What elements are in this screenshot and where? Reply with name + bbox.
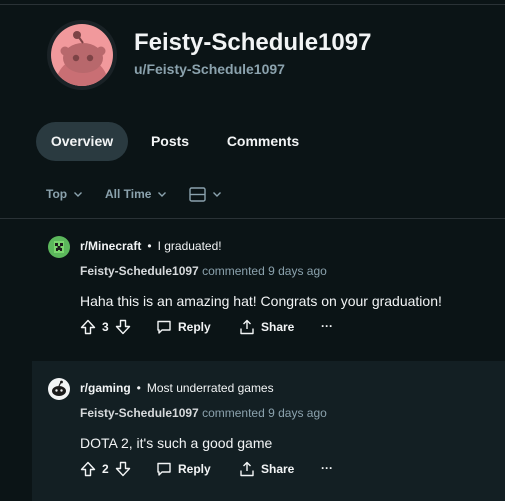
time-label: All Time — [105, 187, 152, 201]
upvote-icon[interactable] — [80, 319, 96, 335]
sort-label: Top — [46, 187, 68, 201]
comment-author[interactable]: Feisty-Schedule1097 — [80, 264, 199, 278]
share-icon — [239, 461, 255, 477]
vote-controls: 3 — [80, 319, 131, 335]
snoo-avatar-icon — [51, 24, 113, 86]
comment-body: DOTA 2, it's such a good game — [80, 435, 273, 451]
subreddit-link[interactable]: r/Minecraft — [80, 239, 141, 253]
tab-overview[interactable]: Overview — [36, 122, 128, 161]
reply-button[interactable]: Reply — [156, 319, 211, 335]
gaming-snoo-icon[interactable] — [48, 378, 70, 400]
subreddit-link[interactable]: r/gaming — [80, 381, 131, 395]
layout-view-icon — [189, 186, 206, 202]
more-options-icon: ··· — [321, 461, 333, 475]
post-title-link[interactable]: Most underrated games — [147, 381, 274, 395]
separator-dot: • — [136, 381, 141, 395]
time-dropdown[interactable]: All Time — [105, 185, 167, 203]
vote-score: 2 — [102, 462, 109, 476]
separator-dot: • — [147, 239, 152, 253]
tab-posts[interactable]: Posts — [138, 122, 202, 161]
minecraft-creeper-icon[interactable] — [48, 236, 70, 258]
comment-timestamp: commented 9 days ago — [202, 264, 327, 278]
comment-meta: Feisty-Schedule1097 commented 9 days ago — [80, 264, 327, 278]
share-button[interactable]: Share — [239, 461, 294, 477]
more-options-button[interactable]: ··· — [321, 461, 333, 475]
downvote-icon[interactable] — [115, 319, 131, 335]
more-options-button[interactable]: ··· — [321, 319, 333, 333]
post-title-link[interactable]: I graduated! — [158, 239, 222, 253]
top-divider — [0, 4, 505, 5]
comment-body: Haha this is an amazing hat! Congrats on… — [80, 293, 442, 309]
reply-button[interactable]: Reply — [156, 461, 211, 477]
view-dropdown[interactable] — [189, 185, 222, 203]
more-options-icon: ··· — [321, 319, 333, 333]
share-label: Share — [261, 320, 295, 334]
downvote-icon[interactable] — [115, 461, 131, 477]
profile-display-name: Feisty-Schedule1097 — [134, 29, 372, 56]
reply-label: Reply — [178, 462, 211, 476]
feed-divider — [0, 218, 505, 219]
chevron-down-icon — [212, 189, 222, 199]
share-icon — [239, 319, 255, 335]
vote-score: 3 — [102, 320, 109, 334]
comment-context: r/gaming • Most underrated games — [80, 381, 274, 395]
chat-bubble-icon — [156, 319, 172, 335]
comment-context: r/Minecraft • I graduated! — [80, 239, 222, 253]
upvote-icon[interactable] — [80, 461, 96, 477]
sort-dropdown[interactable]: Top — [46, 185, 83, 203]
vote-controls: 2 — [80, 461, 131, 477]
comment-meta: Feisty-Schedule1097 commented 9 days ago — [80, 406, 327, 420]
comment-timestamp: commented 9 days ago — [202, 406, 327, 420]
chevron-down-icon — [157, 189, 167, 199]
share-label: Share — [261, 462, 295, 476]
profile-username: u/Feisty-Schedule1097 — [134, 61, 285, 77]
comment-author[interactable]: Feisty-Schedule1097 — [80, 406, 199, 420]
avatar[interactable] — [47, 20, 117, 90]
chevron-down-icon — [73, 189, 83, 199]
share-button[interactable]: Share — [239, 319, 294, 335]
chat-bubble-icon — [156, 461, 172, 477]
tab-comments[interactable]: Comments — [214, 122, 312, 161]
reply-label: Reply — [178, 320, 211, 334]
